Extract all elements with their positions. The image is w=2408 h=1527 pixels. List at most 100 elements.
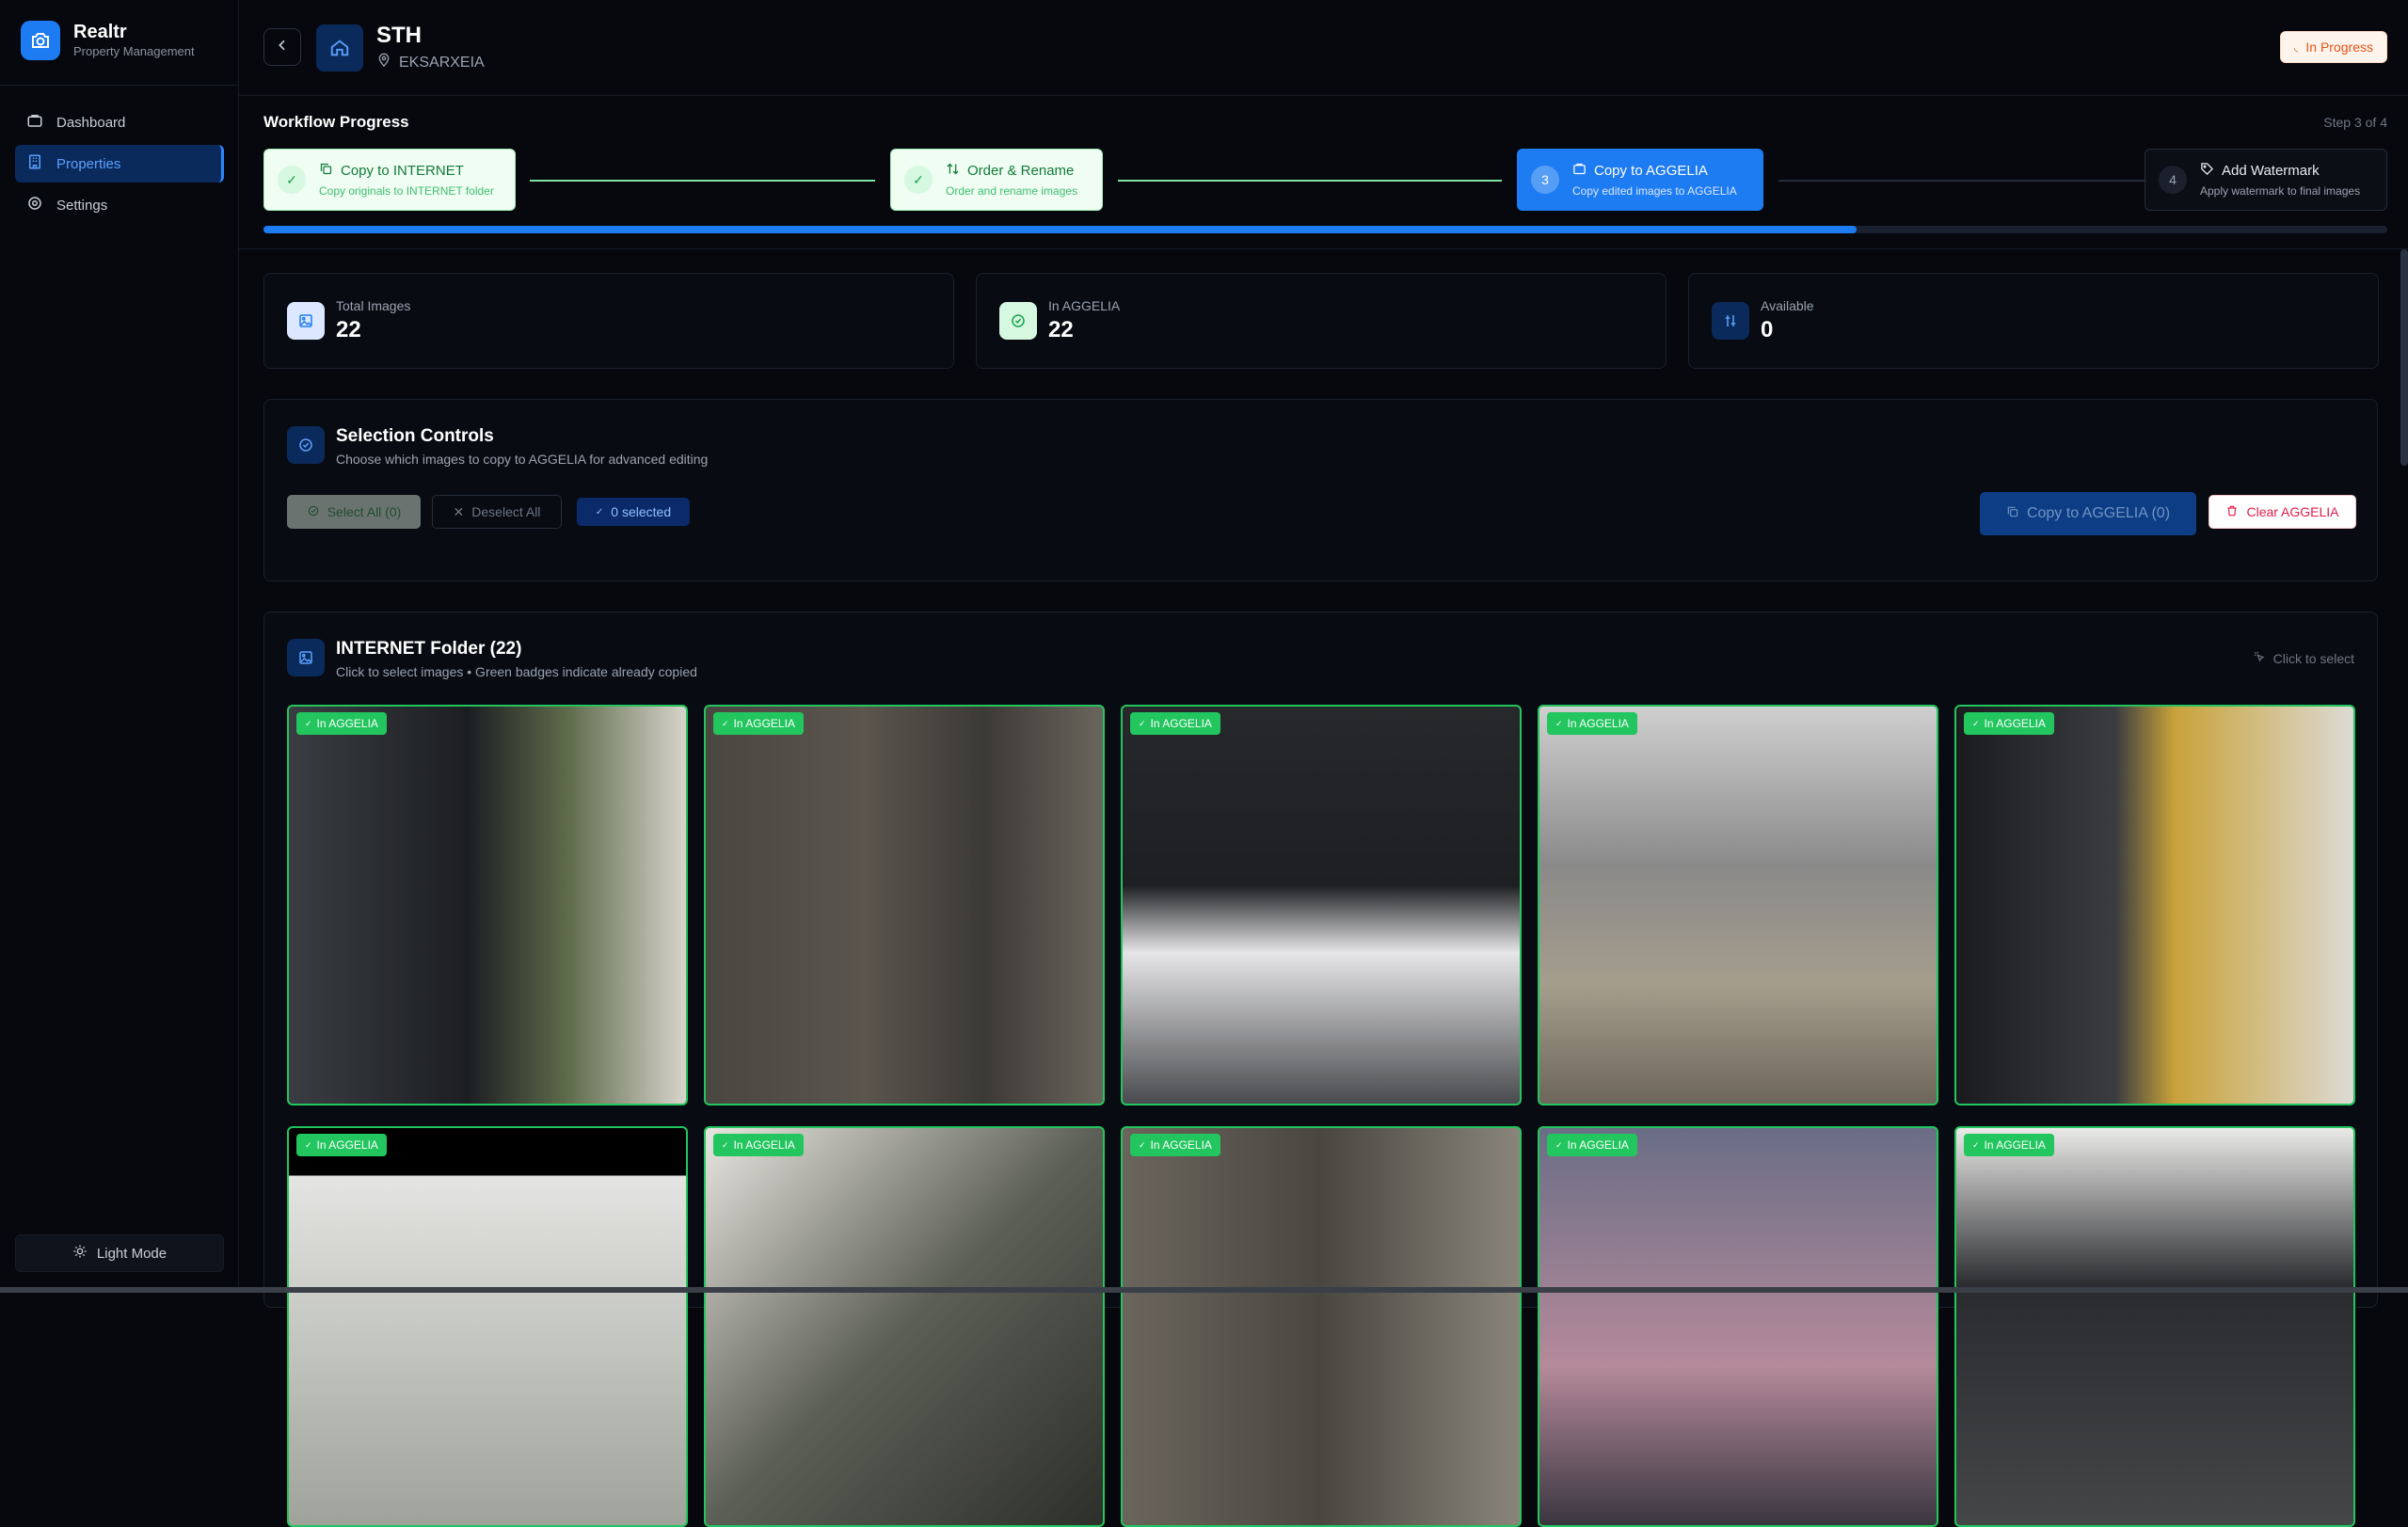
in-aggelia-badge: ✓ In AGGELIA — [1547, 1134, 1637, 1156]
in-aggelia-badge: ✓ In AGGELIA — [1964, 1134, 2054, 1156]
image-tile[interactable]: ✓ In AGGELIA — [704, 705, 1105, 1105]
page-header: STH EKSARXEIA ◟ In Progress — [239, 0, 2408, 96]
copy-icon — [319, 162, 333, 180]
workflow-step-copy-internet[interactable]: ✓ Copy to INTERNET Copy originals to INT… — [263, 149, 516, 211]
image-tile[interactable]: ✓ In AGGELIA — [1538, 705, 1938, 1105]
badge-label: In AGGELIA — [733, 1138, 795, 1152]
brand[interactable]: Realtr Property Management — [21, 21, 195, 60]
step-title: Add Watermark — [2222, 163, 2320, 179]
image-tile[interactable]: ✓ In AGGELIA — [1954, 1126, 2355, 1527]
selected-count-badge: ✓ 0 selected — [577, 498, 690, 526]
in-aggelia-badge: ✓ In AGGELIA — [296, 712, 387, 735]
sort-arrows-icon — [946, 162, 960, 180]
briefcase-icon — [26, 112, 43, 133]
camera-icon — [21, 21, 60, 60]
image-tile[interactable]: ✓ In AGGELIA — [1121, 1126, 1522, 1527]
image-icon — [287, 639, 325, 676]
in-aggelia-badge: ✓ In AGGELIA — [1964, 712, 2054, 735]
internet-folder-panel: INTERNET Folder (22) Click to select ima… — [263, 612, 2378, 1527]
in-aggelia-badge: ✓ In AGGELIA — [713, 1134, 804, 1156]
check-circle-icon — [307, 504, 320, 520]
step-description: Copy edited images to AGGELIA — [1572, 184, 1737, 198]
badge-label: In AGGELIA — [316, 1138, 378, 1152]
check-icon: ✓ — [1555, 718, 1563, 728]
image-tile[interactable]: ✓ In AGGELIA — [287, 705, 688, 1105]
back-button[interactable] — [263, 28, 301, 66]
image-tile[interactable]: ✓ In AGGELIA — [287, 1126, 688, 1527]
stat-card-total-images: Total Images 22 — [263, 273, 954, 369]
step-description: Order and rename images — [946, 184, 1078, 198]
deselect-all-button[interactable]: ✕ Deselect All — [432, 495, 562, 529]
workflow-step-counter: Step 3 of 4 — [2323, 115, 2387, 130]
step-description: Copy originals to INTERNET folder — [319, 184, 494, 198]
check-icon: ✓ — [1139, 718, 1146, 728]
scrollbar[interactable] — [2400, 249, 2408, 466]
property-location: EKSARXEIA — [376, 53, 485, 72]
in-aggelia-badge: ✓ In AGGELIA — [1130, 712, 1220, 735]
close-icon: ✕ — [453, 503, 465, 519]
sidebar: Realtr Property Management Dashboard Pro… — [0, 0, 239, 1293]
folder-subtitle: Click to select images • Green badges in… — [336, 664, 697, 679]
location-text: EKSARXEIA — [399, 54, 485, 71]
app-subtitle: Property Management — [73, 44, 195, 58]
light-mode-label: Light Mode — [96, 1245, 167, 1262]
check-icon: ✓ — [1972, 1139, 1980, 1150]
badge-label: In AGGELIA — [733, 717, 795, 730]
pointer-click-icon — [2253, 650, 2266, 666]
check-icon: ✓ — [722, 1139, 729, 1150]
stat-value: 22 — [1048, 317, 1074, 342]
image-tile[interactable]: ✓ In AGGELIA — [1121, 705, 1522, 1105]
map-pin-icon — [376, 53, 391, 72]
workflow-step-add-watermark[interactable]: 4 Add Watermark Apply watermark to final… — [2145, 149, 2387, 211]
sidebar-item-dashboard[interactable]: Dashboard — [15, 103, 224, 141]
badge-label: In AGGELIA — [1150, 717, 1212, 730]
clear-aggelia-button[interactable]: Clear AGGELIA — [2209, 495, 2356, 529]
divider — [239, 248, 2408, 249]
light-mode-button[interactable]: Light Mode — [15, 1234, 224, 1272]
image-icon — [287, 302, 325, 340]
check-icon: ✓ — [305, 718, 312, 728]
badge-label: In AGGELIA — [1567, 717, 1629, 730]
clear-aggelia-label: Clear AGGELIA — [2246, 504, 2339, 519]
select-all-button[interactable]: Select All (0) — [287, 495, 421, 529]
check-icon: ✓ — [595, 506, 604, 517]
step-description: Apply watermark to final images — [2200, 184, 2361, 198]
image-tile[interactable]: ✓ In AGGELIA — [704, 1126, 1105, 1527]
stat-value: 22 — [336, 317, 361, 342]
sidebar-item-label: Dashboard — [56, 114, 126, 131]
trash-icon — [2225, 504, 2239, 520]
selection-controls-panel: Selection Controls Choose which images t… — [263, 399, 2378, 581]
page-title: STH — [376, 23, 422, 48]
check-icon: ✓ — [904, 166, 933, 194]
sun-icon — [72, 1244, 88, 1263]
status-text: In Progress — [2305, 40, 2373, 55]
copy-to-aggelia-button[interactable]: Copy to AGGELIA (0) — [1980, 492, 2196, 535]
badge-label: In AGGELIA — [1984, 717, 2046, 730]
tag-icon — [2200, 162, 2214, 180]
check-icon: ✓ — [722, 718, 729, 728]
divider — [0, 85, 239, 86]
sidebar-item-settings[interactable]: Settings — [15, 186, 224, 224]
in-aggelia-badge: ✓ In AGGELIA — [713, 712, 804, 735]
window-bottom-edge — [0, 1287, 2408, 1293]
stat-label: In AGGELIA — [1048, 298, 1121, 313]
image-tile[interactable]: ✓ In AGGELIA — [1538, 1126, 1938, 1527]
stat-label: Total Images — [336, 298, 411, 313]
image-tile[interactable]: ✓ In AGGELIA — [1954, 705, 2355, 1105]
step-title: Copy to AGGELIA — [1594, 163, 1708, 179]
gear-icon — [26, 195, 43, 215]
check-icon: ✓ — [305, 1139, 312, 1150]
folder-copy-icon — [1572, 162, 1587, 180]
in-aggelia-badge: ✓ In AGGELIA — [1130, 1134, 1220, 1156]
badge-label: In AGGELIA — [1150, 1138, 1212, 1152]
home-icon — [316, 24, 363, 72]
workflow-step-copy-aggelia[interactable]: 3 Copy to AGGELIA Copy edited images to … — [1517, 149, 1763, 211]
workflow-progress-bar — [263, 226, 2387, 233]
sidebar-item-label: Settings — [56, 197, 108, 214]
sidebar-item-properties[interactable]: Properties — [15, 145, 224, 183]
step-title: Copy to INTERNET — [341, 163, 464, 179]
step-number: 4 — [2159, 166, 2187, 194]
workflow-step-order-rename[interactable]: ✓ Order & Rename Order and rename images — [890, 149, 1103, 211]
in-aggelia-badge: ✓ In AGGELIA — [296, 1134, 387, 1156]
stat-value: 0 — [1761, 317, 1774, 342]
